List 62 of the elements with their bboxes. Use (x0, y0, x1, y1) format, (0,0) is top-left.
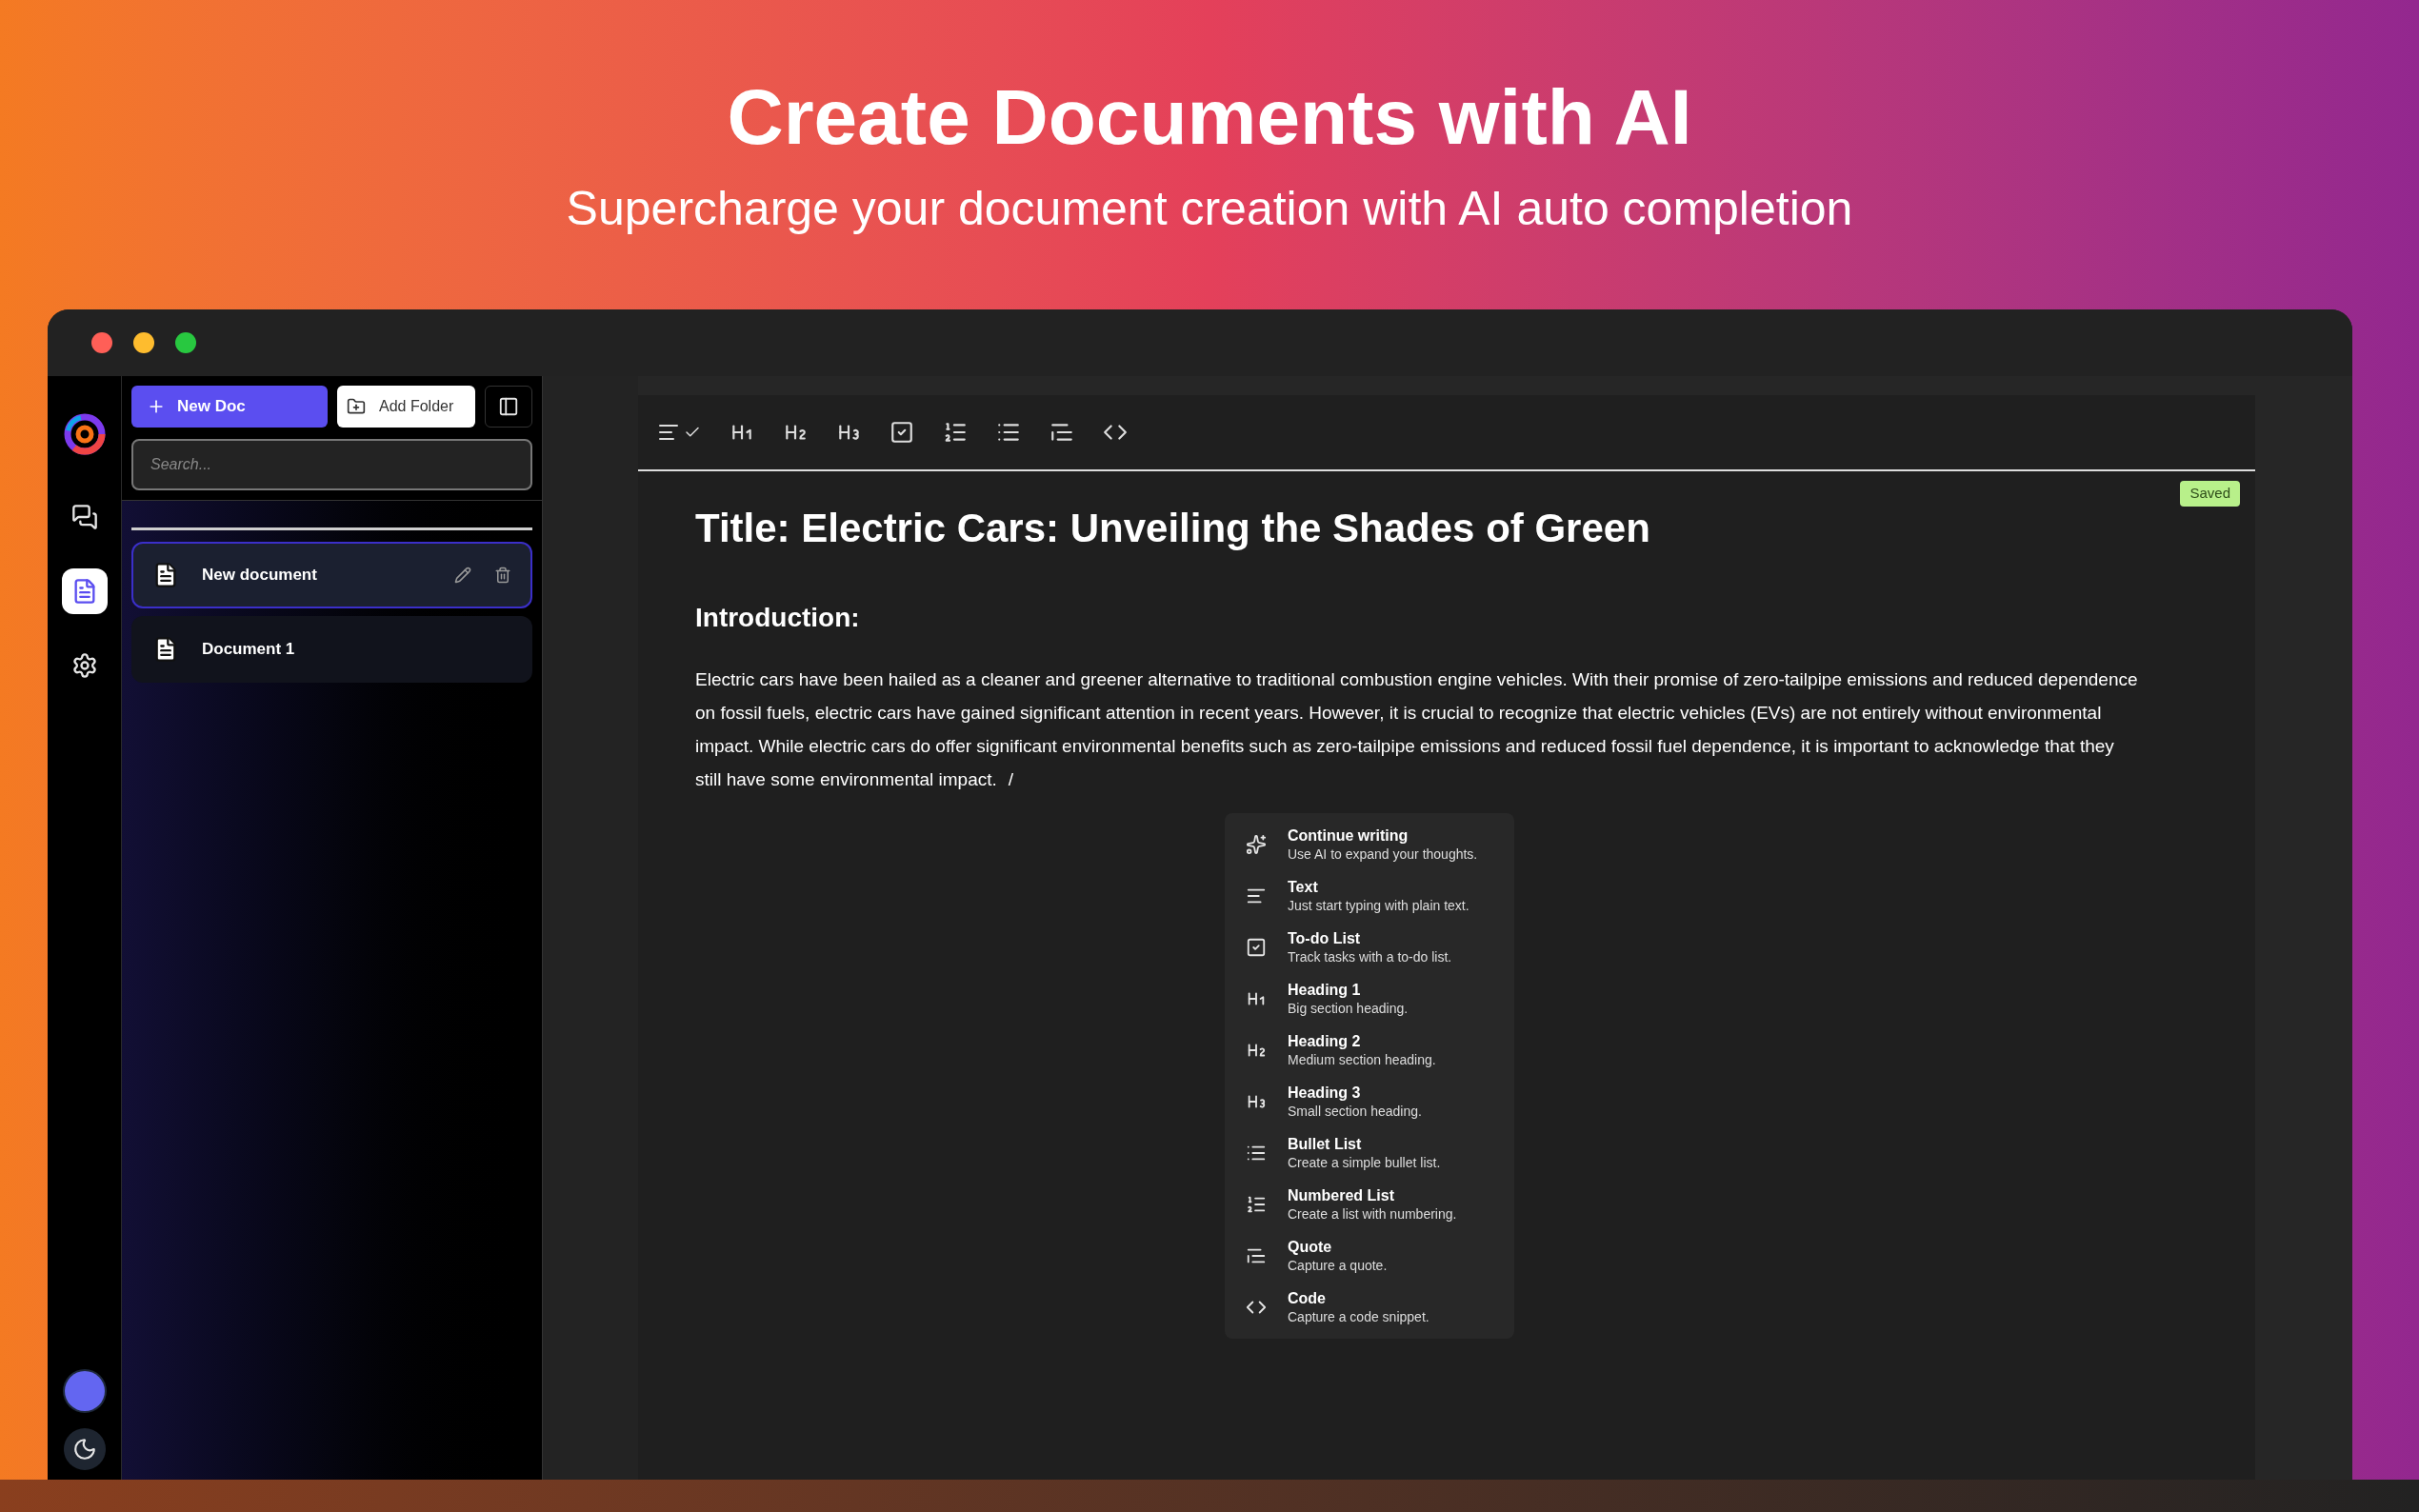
command-title: Heading 2 (1288, 1032, 1362, 1051)
theme-toggle-button[interactable] (63, 1428, 106, 1470)
command-menu-item[interactable]: Heading 2 Medium section heading. (1244, 1032, 1495, 1068)
body-paragraph: Electric cars have been hailed as a cleaner and greener alternative to traditional combustion engine vehicles. With their promise of zero-tailpipe emissions and reduced dependence on fossil fuels, electric cars have gained significant attention in recent years. However, it is crucial to recognize that electric vehicles (EVs) are not entirely without environmental impact. While electric cars do offer significant environmental benefits such as zero-tailpipe emissions and reduced fossil fuel dependence, it is important to acknowledge that they still have some environmental impact. / (695, 668, 2139, 791)
new-doc-button[interactable]: New Doc (131, 386, 328, 428)
panel-icon (498, 396, 519, 417)
command-description: Big section heading. (1288, 1000, 1409, 1017)
command-description: Just start typing with plain text. (1288, 897, 1469, 914)
folder-plus-icon (347, 397, 366, 416)
command-description: Medium section heading. (1288, 1051, 1436, 1068)
command-description: Capture a quote. (1288, 1257, 1388, 1274)
close-window-button[interactable] (91, 332, 112, 353)
command-description: Create a simple bullet list. (1288, 1154, 1441, 1171)
maximize-window-button[interactable] (175, 332, 196, 353)
command-title: Heading 3 (1288, 1084, 1362, 1103)
add-folder-button[interactable]: Add Folder (337, 386, 475, 428)
command-menu-item[interactable]: Heading 1 Big section heading. (1244, 981, 1495, 1017)
numbered-list-icon[interactable] (943, 420, 968, 445)
command-menu-item[interactable]: Code Capture a code snippet. (1244, 1289, 1495, 1325)
document-title: Title: Electric Cars: Unveiling the Shades of Green (695, 505, 1651, 552)
document-name: Document 1 (202, 639, 296, 661)
command-description: Capture a code snippet. (1288, 1308, 1429, 1325)
document-name: New document (202, 565, 318, 587)
settings-icon (70, 652, 98, 679)
saved-badge: Saved (2180, 481, 2240, 507)
edit-icon[interactable] (454, 567, 471, 584)
hero-subtitle: Supercharge your document creation with AI auto completion (566, 185, 1853, 232)
command-title: Bullet List (1288, 1135, 1363, 1154)
command-menu-item[interactable]: Heading 3 Small section heading. (1244, 1084, 1495, 1120)
command-title: Continue writing (1288, 826, 1409, 846)
command-menu-item[interactable]: Continue writing Use AI to expand your thoughts. (1244, 826, 1495, 863)
document-nav-button[interactable] (61, 568, 108, 614)
sparkles-icon (1246, 834, 1267, 855)
hero-title: Create Documents with AI (727, 78, 1692, 156)
command-menu-item[interactable]: Quote Capture a quote. (1244, 1238, 1495, 1274)
search-field[interactable]: Search... (131, 439, 532, 490)
command-menu-item[interactable]: Bullet List Create a simple bullet list. (1244, 1135, 1495, 1171)
command-description: Track tasks with a to-do list. (1288, 948, 1452, 965)
document-item[interactable]: Document 1 (131, 616, 532, 683)
logo-icon (62, 412, 107, 456)
chat-icon (70, 504, 98, 530)
command-title: To-do List (1288, 929, 1362, 948)
checkbox-icon[interactable] (890, 420, 914, 445)
command-description: Use AI to expand your thoughts. (1288, 846, 1478, 863)
section-heading: Introduction: (695, 602, 861, 634)
document-item[interactable]: New document (131, 542, 532, 608)
command-title: Heading 1 (1288, 981, 1362, 1000)
numbered-list-icon (1246, 1194, 1267, 1215)
command-title: Text (1288, 878, 1319, 897)
command-description: Create a list with numbering. (1288, 1205, 1457, 1223)
delete-icon[interactable] (494, 567, 511, 584)
command-menu-item[interactable]: Numbered List Create a list with numbering. (1244, 1186, 1495, 1223)
command-description: Small section heading. (1288, 1103, 1422, 1120)
checkbox-icon (1246, 937, 1267, 958)
moon-icon (71, 1437, 97, 1462)
command-menu-item[interactable]: Text Just start typing with plain text. (1244, 878, 1495, 914)
command-title: Code (1288, 1289, 1327, 1308)
command-title: Numbered List (1288, 1186, 1395, 1205)
command-title: Quote (1288, 1238, 1333, 1257)
command-menu-item[interactable]: To-do List Track tasks with a to-do list. (1244, 929, 1495, 965)
minimize-window-button[interactable] (133, 332, 154, 353)
toggle-sidebar-button[interactable] (485, 386, 532, 428)
